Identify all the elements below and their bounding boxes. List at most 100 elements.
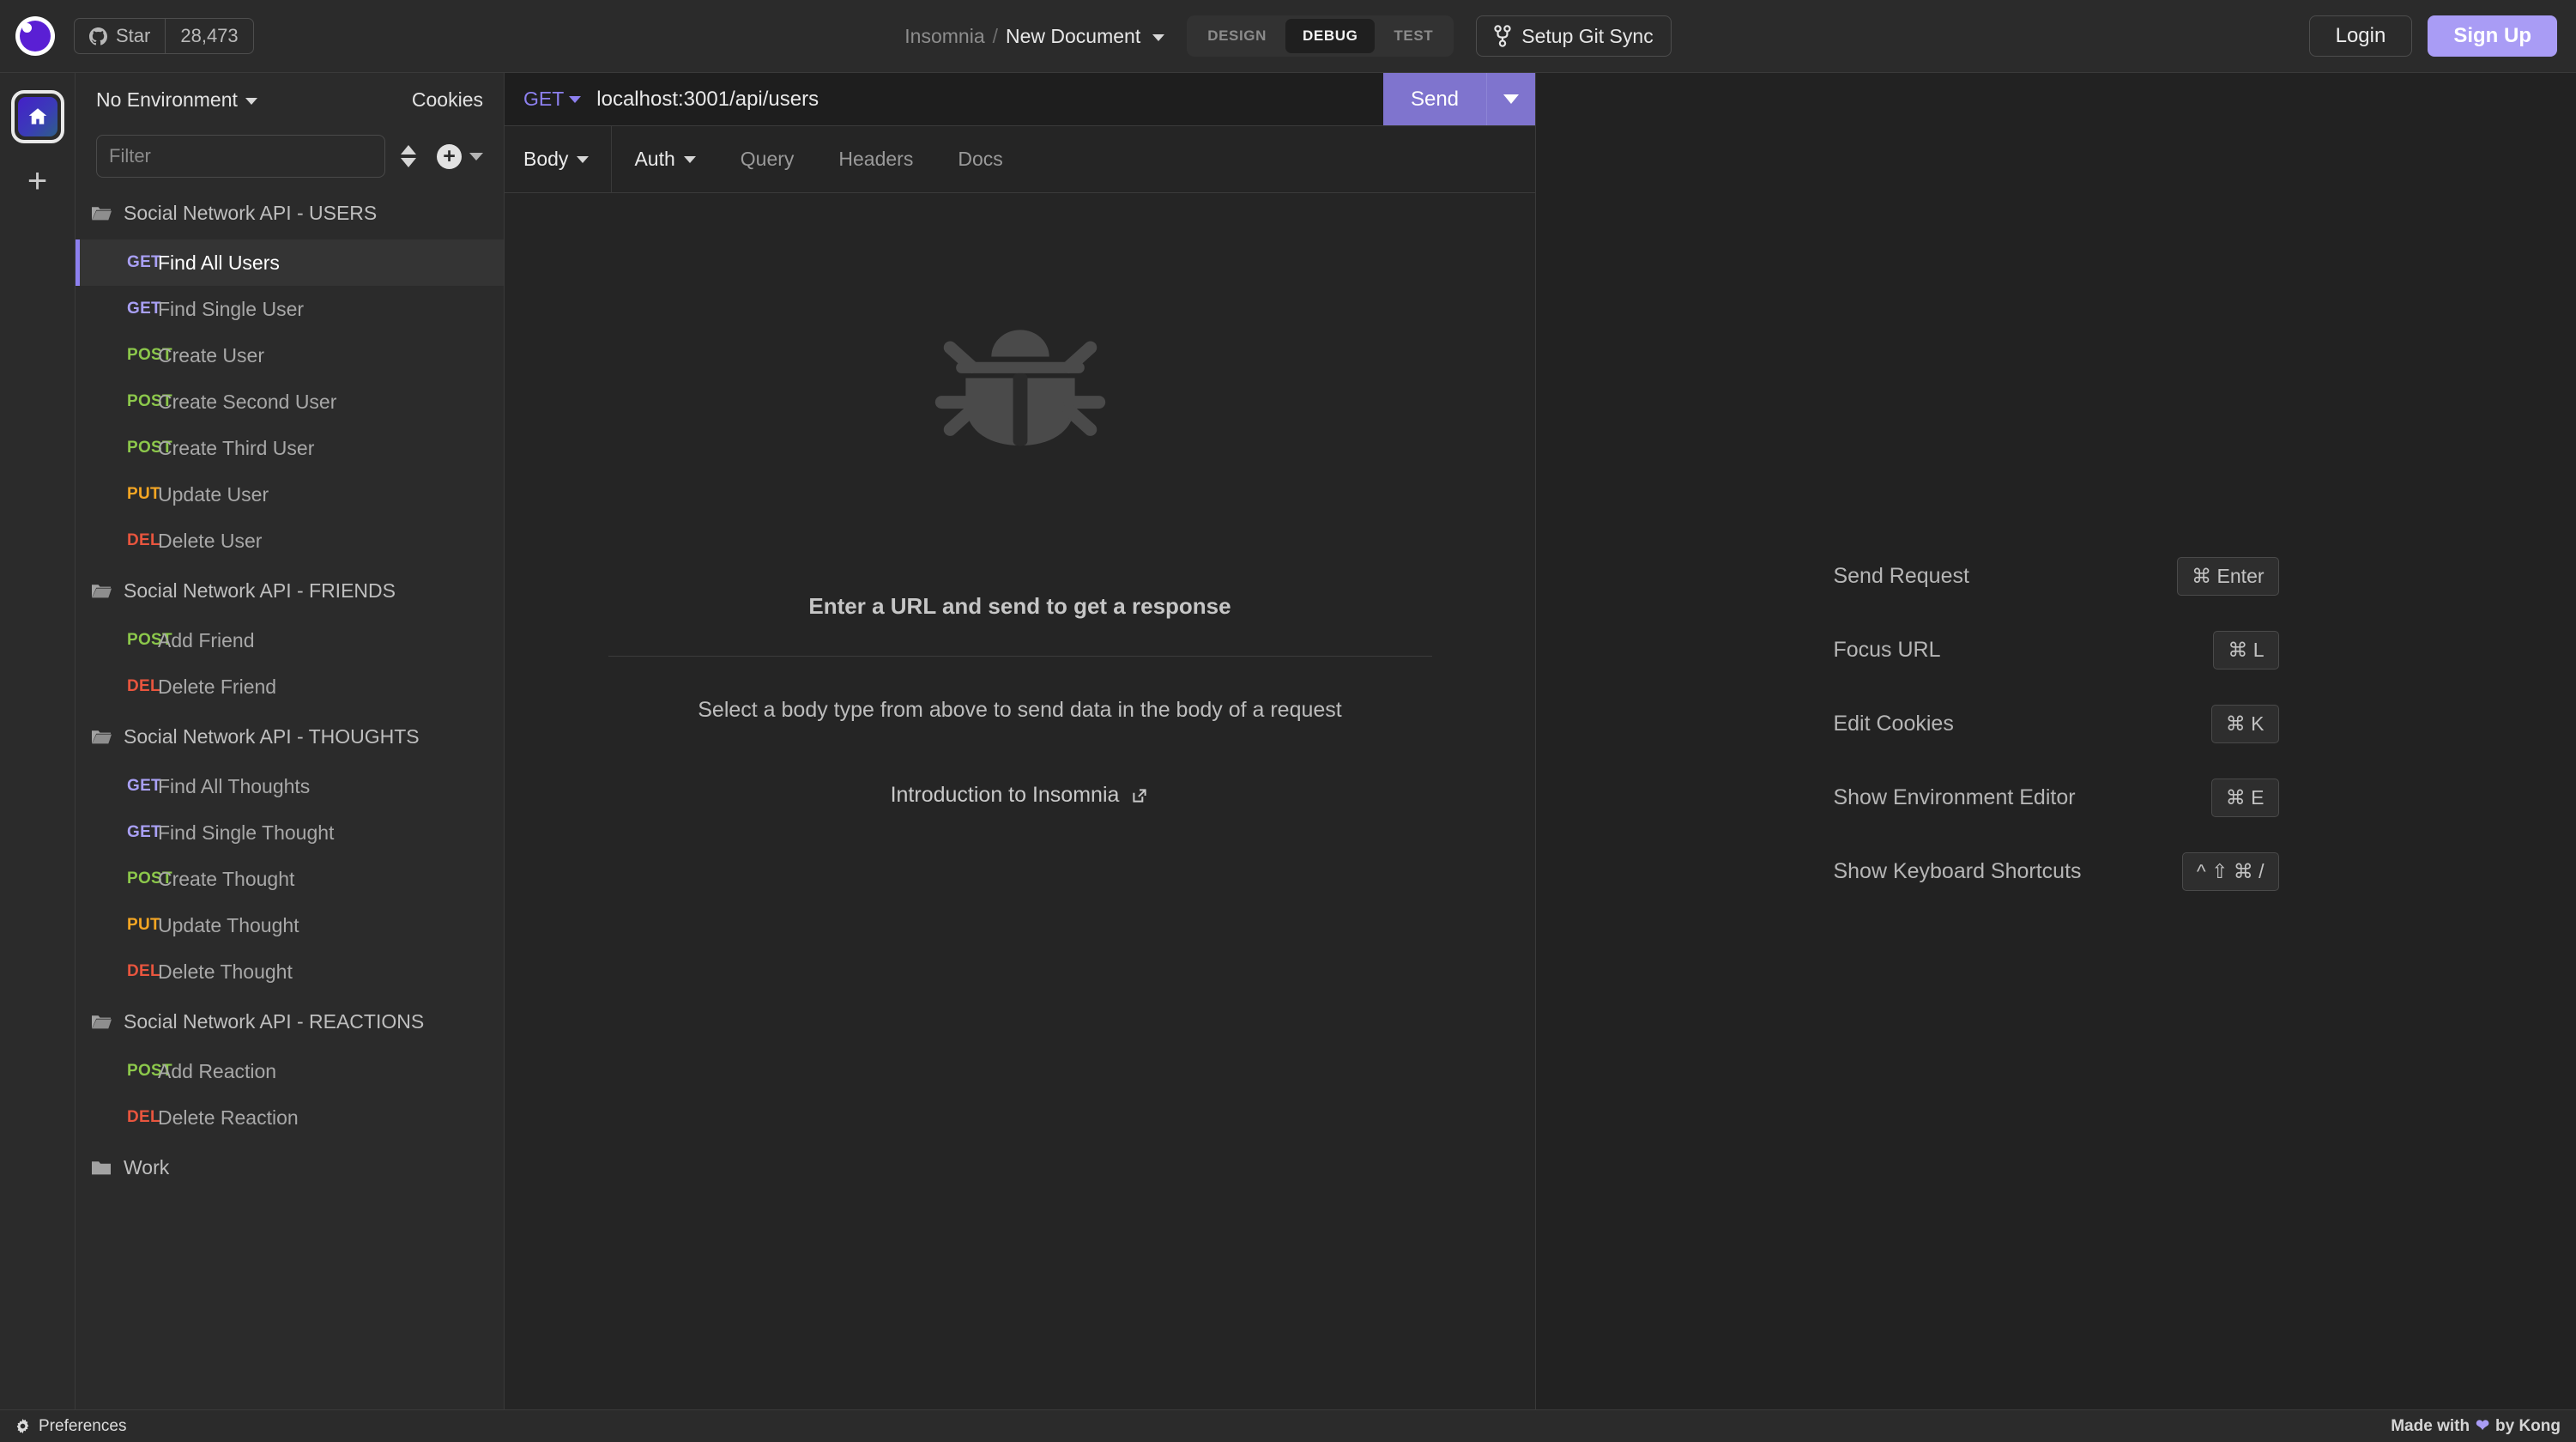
external-link-icon	[1133, 788, 1146, 803]
add-workspace-button[interactable]: +	[27, 164, 47, 198]
tab-debug[interactable]: DEBUG	[1285, 19, 1376, 53]
preferences-button[interactable]: Preferences	[15, 1417, 126, 1436]
login-button[interactable]: Login	[2308, 15, 2413, 57]
folder-open-icon	[92, 207, 112, 221]
url-input[interactable]	[586, 73, 1383, 125]
request-row[interactable]: PUT Update Thought	[76, 902, 504, 948]
request-name-label: Find All Users	[158, 251, 280, 274]
chevron-down-icon[interactable]	[1152, 33, 1165, 41]
cookies-button[interactable]: Cookies	[412, 88, 483, 112]
made-with-prefix: Made with	[2391, 1416, 2470, 1435]
plus-circle-icon: +	[437, 143, 462, 169]
tab-query[interactable]: Query	[718, 126, 817, 192]
request-method-label: GET	[127, 253, 161, 271]
chevron-down-icon[interactable]	[469, 152, 483, 161]
github-star-badge[interactable]: Star 28,473	[74, 18, 254, 54]
request-row[interactable]: DEL Delete Thought	[76, 948, 504, 995]
request-method-label: POST	[127, 1062, 172, 1080]
divider	[608, 656, 1432, 657]
sidebar-filter-row: +	[76, 126, 504, 186]
request-row[interactable]: POST Add Reaction	[76, 1048, 504, 1094]
shortcut-row: Show Keyboard Shortcuts ^ ⇧ ⌘ /	[1833, 835, 2279, 909]
tab-test[interactable]: TEST	[1376, 19, 1450, 53]
request-row[interactable]: POST Create Second User	[76, 379, 504, 425]
request-method-label: GET	[127, 823, 161, 841]
add-request-button[interactable]: +	[432, 135, 483, 178]
github-star-label: Star	[116, 25, 151, 46]
request-name-label: Delete Thought	[158, 960, 293, 983]
tab-auth-label: Auth	[634, 148, 675, 170]
tab-auth[interactable]: Auth	[612, 126, 717, 192]
shortcut-row: Show Environment Editor ⌘ E	[1833, 761, 2279, 835]
tab-design[interactable]: DESIGN	[1190, 19, 1284, 53]
kbd-badge: ⌘ Enter	[2177, 557, 2279, 596]
folder-row[interactable]: Social Network API - THOUGHTS	[76, 710, 504, 763]
request-name-label: Add Friend	[158, 628, 255, 651]
folder-row[interactable]: Work	[76, 1141, 504, 1194]
status-bar: Preferences Made with ❤ by Kong	[0, 1409, 2576, 1442]
request-method-label: POST	[127, 346, 172, 364]
request-row[interactable]: POST Add Friend	[76, 617, 504, 663]
request-method-label: POST	[127, 439, 172, 457]
setup-git-sync-button[interactable]: Setup Git Sync	[1476, 15, 1672, 57]
request-row[interactable]: POST Create User	[76, 332, 504, 379]
request-row[interactable]: GET Find All Thoughts	[76, 763, 504, 809]
environment-selector[interactable]: No Environment	[96, 88, 257, 112]
request-tree[interactable]: Social Network API - USERS GET Find All Us…	[76, 186, 504, 1409]
sort-button[interactable]	[385, 135, 432, 178]
filter-input[interactable]	[96, 135, 385, 178]
request-row[interactable]: DEL Delete User	[76, 518, 504, 564]
breadcrumb[interactable]: Insomnia / New Document	[904, 24, 1165, 48]
github-star-button[interactable]: Star	[75, 19, 166, 53]
request-method-label: PUT	[127, 485, 160, 503]
request-row[interactable]: DEL Delete Friend	[76, 663, 504, 710]
send-options-button[interactable]	[1487, 73, 1535, 125]
request-method-label: DEL	[127, 531, 160, 549]
request-name-label: Update Thought	[158, 913, 299, 936]
shortcut-keys: ⌘ Enter	[2116, 557, 2279, 596]
chevron-down-icon	[683, 155, 696, 163]
shortcut-keys: ⌘ K	[2116, 705, 2279, 743]
gear-icon	[16, 1419, 29, 1433]
empty-state-subtext: Select a body type from above to send da…	[698, 698, 1342, 722]
tab-headers[interactable]: Headers	[816, 126, 935, 192]
sort-icon	[401, 145, 416, 167]
request-row[interactable]: GET Find Single Thought	[76, 809, 504, 856]
kbd-badge: ⌘ L	[2213, 631, 2279, 670]
request-name-label: Find Single Thought	[158, 821, 335, 844]
request-empty-state: Enter a URL and send to get a response S…	[505, 193, 1535, 1409]
request-row[interactable]: POST Create Third User	[76, 425, 504, 471]
preferences-label: Preferences	[39, 1416, 127, 1435]
breadcrumb-separator: /	[992, 24, 998, 47]
heart-icon: ❤	[2476, 1417, 2489, 1435]
request-row[interactable]: PUT Update User	[76, 471, 504, 518]
tab-docs[interactable]: Docs	[935, 126, 1025, 192]
introduction-link[interactable]: Introduction to Insomnia	[891, 783, 1150, 808]
git-branch-icon	[1494, 25, 1511, 47]
request-name-label: Create Thought	[158, 867, 295, 890]
request-row[interactable]: GET Find All Users	[76, 239, 504, 286]
request-method-label: GET	[127, 300, 161, 318]
request-method-label: GET	[127, 777, 161, 795]
send-button[interactable]: Send	[1383, 73, 1487, 125]
folder-row[interactable]: Social Network API - FRIENDS	[76, 564, 504, 617]
chevron-down-icon	[577, 155, 590, 163]
home-workspace-button[interactable]	[10, 90, 64, 143]
kbd-badge: ^ ⇧ ⌘ /	[2181, 852, 2279, 891]
breadcrumb-app: Insomnia	[904, 24, 985, 47]
shortcut-label: Edit Cookies	[1833, 712, 1954, 736]
response-pane: Send Request ⌘ Enter Focus URL ⌘ L Edit Cook…	[1536, 73, 2576, 1409]
folder-row[interactable]: Social Network API - USERS	[76, 186, 504, 239]
breadcrumb-document[interactable]: New Document	[1006, 25, 1140, 48]
request-pane: GET Send Body Auth	[505, 73, 1536, 1409]
request-row[interactable]: DEL Delete Reaction	[76, 1094, 504, 1141]
request-tabs: Body Auth Query Headers Docs	[505, 126, 1535, 193]
folder-row[interactable]: Social Network API - REACTIONS	[76, 995, 504, 1048]
http-method-label: GET	[523, 88, 565, 110]
tab-body[interactable]: Body	[505, 126, 613, 192]
http-method-selector[interactable]: GET	[505, 73, 586, 125]
request-row[interactable]: POST Create Thought	[76, 856, 504, 902]
signup-button[interactable]: Sign Up	[2428, 15, 2557, 57]
request-row[interactable]: GET Find Single User	[76, 286, 504, 332]
request-name-label: Find Single User	[158, 297, 305, 320]
